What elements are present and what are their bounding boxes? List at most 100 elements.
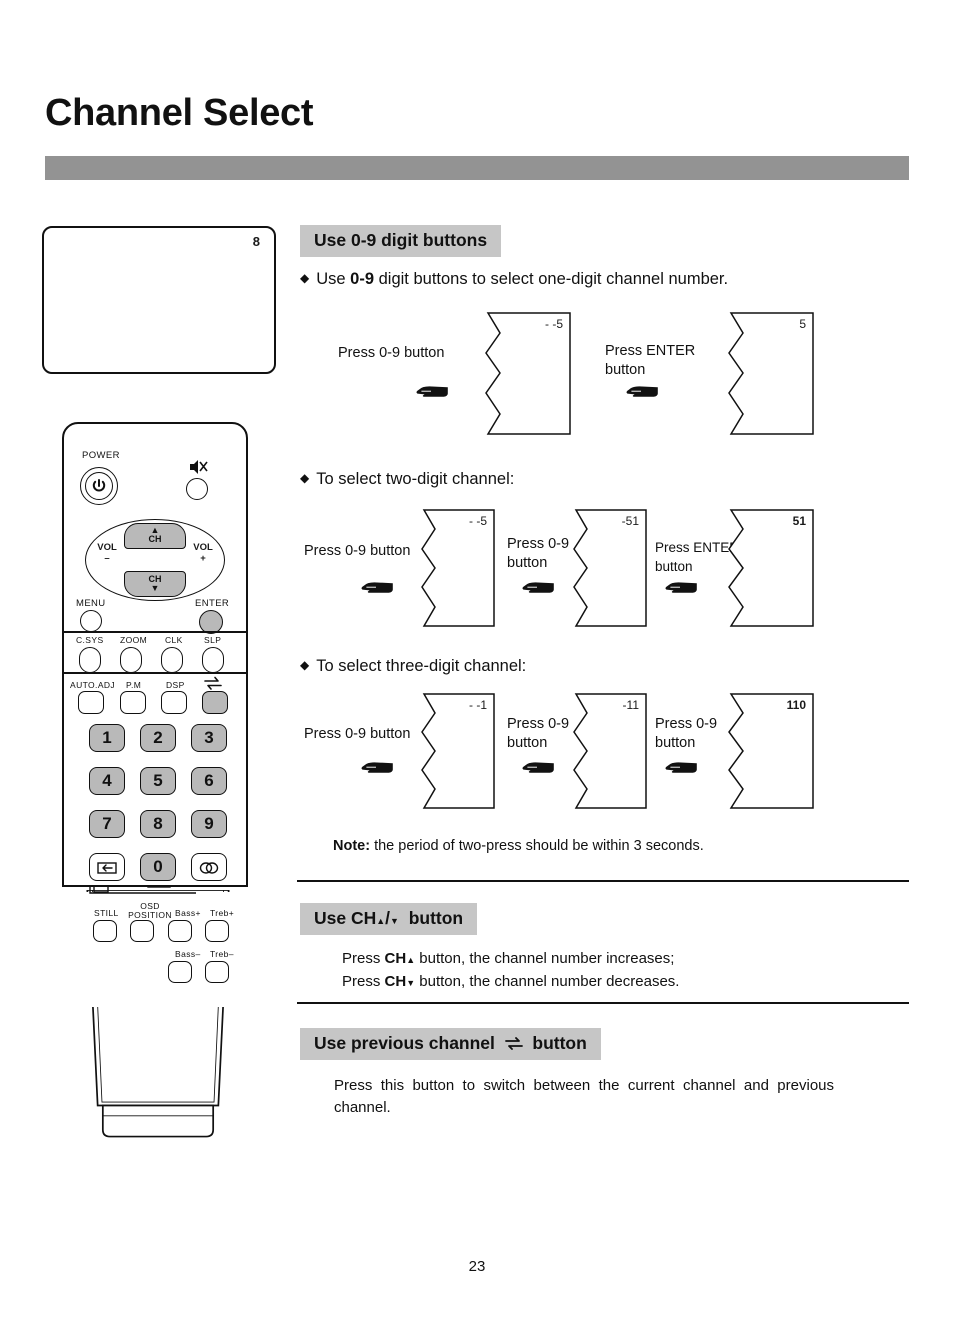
- step-label-3b-line2: button: [507, 735, 548, 751]
- note-label: Note:: [333, 838, 371, 854]
- remote-label-zoom: ZOOM: [120, 635, 148, 645]
- remote-button-treb-plus[interactable]: [205, 920, 229, 942]
- step-label-3c: Press 0-9 button: [655, 715, 717, 753]
- numpad-2[interactable]: 2: [140, 724, 176, 752]
- note-text: the period of two-press should be within…: [370, 838, 704, 854]
- remote-label-power: POWER: [82, 450, 120, 461]
- remote-label-menu: MENU: [76, 598, 106, 609]
- step-screen-2a-value: - -5: [469, 514, 487, 528]
- step-label-2b-line2: button: [507, 555, 548, 571]
- remote-button-osd-position[interactable]: [130, 920, 154, 942]
- remote-label-treb-minus: Treb–: [210, 949, 234, 959]
- step-screen-3a-value: - -1: [469, 698, 487, 712]
- remote-label-bass-plus: Bass+: [175, 908, 201, 918]
- remote-label-auto-adj: AUTO.ADJ: [70, 680, 116, 690]
- recall-icon: [204, 676, 222, 690]
- step-label-2a-line1: Press 0-9 button: [304, 543, 411, 559]
- input-source-button[interactable]: [89, 853, 125, 881]
- step-label-1b-line1: Press ENTER: [605, 343, 696, 359]
- vol-up-button[interactable]: VOL +: [185, 542, 221, 564]
- triangle-down-icon: [390, 908, 399, 928]
- vol-down-label: VOL: [97, 542, 117, 553]
- clk-button[interactable]: [161, 647, 183, 673]
- remote-label-clk: CLK: [165, 635, 183, 645]
- numpad-3[interactable]: 3: [191, 724, 227, 752]
- power-icon: [92, 479, 106, 492]
- ch-up-button[interactable]: CH: [124, 523, 186, 549]
- prev-heading-pre: Use previous channel: [314, 1033, 495, 1053]
- bullet-one-digit-pre: Use: [316, 270, 351, 288]
- numpad-5[interactable]: 5: [140, 767, 176, 795]
- bullet-one-digit: ◆ Use 0-9 digit buttons to select one-dig…: [300, 270, 728, 289]
- stereo-button[interactable]: [191, 853, 227, 881]
- step-screen-2a: - -5: [420, 508, 496, 628]
- ch-line2-bold: CH: [384, 973, 407, 990]
- diamond-bullet-icon: ◆: [300, 658, 310, 672]
- section-heading-digit-buttons: Use 0-9 digit buttons: [300, 225, 502, 257]
- step-label-3a-line1: Press 0-9 button: [304, 726, 411, 742]
- remote-label-osd-position: OSD POSITION: [128, 901, 172, 920]
- slp-button[interactable]: [202, 647, 224, 673]
- auto-adj-button[interactable]: [78, 691, 104, 714]
- zoom-button[interactable]: [120, 647, 142, 673]
- pointing-hand-icon: [626, 386, 658, 397]
- csys-button[interactable]: [79, 647, 101, 673]
- step-label-1a-line1: Press 0-9 button: [338, 345, 445, 361]
- pointing-hand-icon: [361, 582, 393, 593]
- remote-button-still[interactable]: [93, 920, 117, 942]
- remote-button-bass-minus[interactable]: [168, 961, 192, 983]
- stereo-icon: [199, 862, 219, 874]
- remote-label-pm: P.M: [126, 680, 142, 690]
- remote-label-csys: C.SYS: [76, 635, 104, 645]
- pointing-hand-icon: [522, 582, 554, 593]
- numpad-9[interactable]: 9: [191, 810, 227, 838]
- pm-button[interactable]: [120, 691, 146, 714]
- triangle-down-icon: [151, 583, 160, 593]
- ch-line2-post: button, the channel number decreases.: [419, 973, 680, 990]
- diamond-bullet-icon: ◆: [300, 471, 310, 485]
- mute-button[interactable]: [186, 478, 208, 500]
- vol-down-button[interactable]: VOL –: [89, 542, 125, 564]
- numpad-1[interactable]: 1: [89, 724, 125, 752]
- numpad-7[interactable]: 7: [89, 810, 125, 838]
- remote-button-treb-minus[interactable]: [205, 961, 229, 983]
- page-title: Channel Select: [45, 92, 314, 134]
- power-button[interactable]: [85, 472, 113, 500]
- vol-up-sign: +: [200, 553, 206, 564]
- section-heading-previous-channel: Use previous channel button: [300, 1028, 601, 1060]
- numpad-8[interactable]: 8: [140, 810, 176, 838]
- remote-button-bass-plus[interactable]: [168, 920, 192, 942]
- recall-button[interactable]: [202, 691, 228, 714]
- step-label-2c-line2: button: [655, 559, 693, 574]
- ch-line1-post: button, the channel number increases;: [419, 950, 675, 967]
- step-screen-1a-value: - -5: [545, 317, 563, 331]
- ch-line1-pre: Press: [342, 950, 385, 967]
- step-label-3a: Press 0-9 button: [304, 725, 410, 744]
- previous-channel-body: Press this button to switch between the …: [334, 1077, 834, 1116]
- bullet-one-digit-post: digit buttons to select one-digit channe…: [374, 270, 729, 288]
- step-label-3c-line2: button: [655, 735, 696, 751]
- numpad-0[interactable]: 0: [140, 853, 176, 881]
- bullet-two-digit-text: To select two-digit channel:: [316, 470, 515, 488]
- title-underline-bar: [45, 156, 909, 180]
- step-label-2b: Press 0-9 button: [507, 535, 569, 573]
- remote-label-still: STILL: [94, 908, 119, 918]
- ch-heading-post: button: [408, 908, 464, 928]
- vol-up-label: VOL: [193, 542, 213, 553]
- ch-line1-bold: CH: [384, 950, 407, 967]
- remote-divider-1: [62, 631, 248, 633]
- step-screen-3c: 110: [727, 692, 815, 810]
- bullet-three-digit: ◆ To select three-digit channel:: [300, 657, 526, 676]
- ch-down-button[interactable]: CH: [124, 571, 186, 597]
- step-screen-2b: -51: [572, 508, 648, 628]
- dsp-button[interactable]: [161, 691, 187, 714]
- menu-button[interactable]: [80, 610, 102, 632]
- divider-above-ch-section: [297, 880, 909, 882]
- step-label-3b-line1: Press 0-9: [507, 716, 570, 732]
- numpad-4[interactable]: 4: [89, 767, 125, 795]
- remote-label-dsp: DSP: [166, 680, 185, 690]
- numpad-6[interactable]: 6: [191, 767, 227, 795]
- step-screen-2c: 51: [727, 508, 815, 628]
- step-screen-2b-value: -51: [621, 514, 639, 528]
- step-label-1a: Press 0-9 button: [338, 344, 444, 363]
